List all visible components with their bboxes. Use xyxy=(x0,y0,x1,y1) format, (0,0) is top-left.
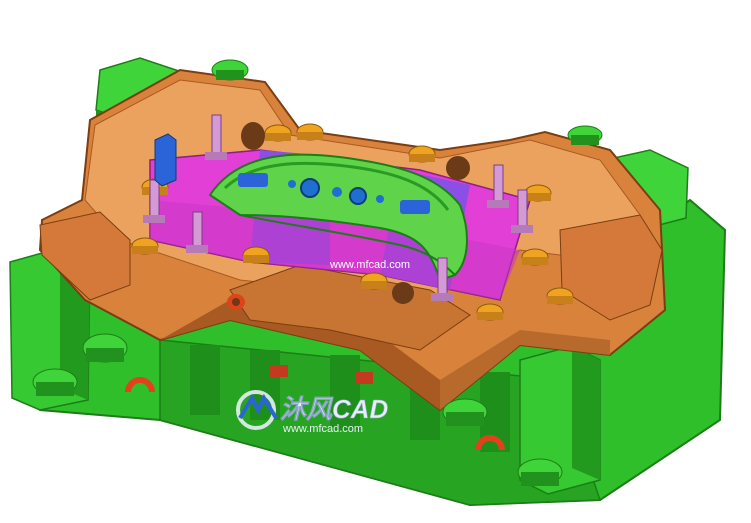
guide-pin xyxy=(546,287,574,305)
guide-pin xyxy=(408,145,436,163)
bumper xyxy=(82,333,128,363)
guide-pin xyxy=(521,248,549,266)
bumper xyxy=(442,398,488,426)
guide-pin xyxy=(360,272,388,290)
watermark-brand: 沐风CAD xyxy=(280,394,389,424)
watermark-bottom-url: www.mfcad.com xyxy=(282,423,363,435)
bumper xyxy=(32,368,78,396)
guide-pin xyxy=(296,123,324,141)
guide-pin xyxy=(476,303,504,321)
cad-render-view: www.mfcad.com 沐风CAD www.mfcad.com xyxy=(0,0,751,523)
guide-pin xyxy=(524,184,552,202)
guide-pin xyxy=(264,124,292,142)
blue-block xyxy=(154,133,177,187)
watermark-top-url: www.mfcad.com xyxy=(329,259,410,271)
bumper xyxy=(211,59,249,81)
guide-pin xyxy=(242,246,270,264)
bumper xyxy=(567,125,603,145)
stamping-die-render: www.mfcad.com 沐风CAD www.mfcad.com xyxy=(9,57,727,507)
bumper xyxy=(517,458,563,486)
guide-pin xyxy=(131,237,159,255)
